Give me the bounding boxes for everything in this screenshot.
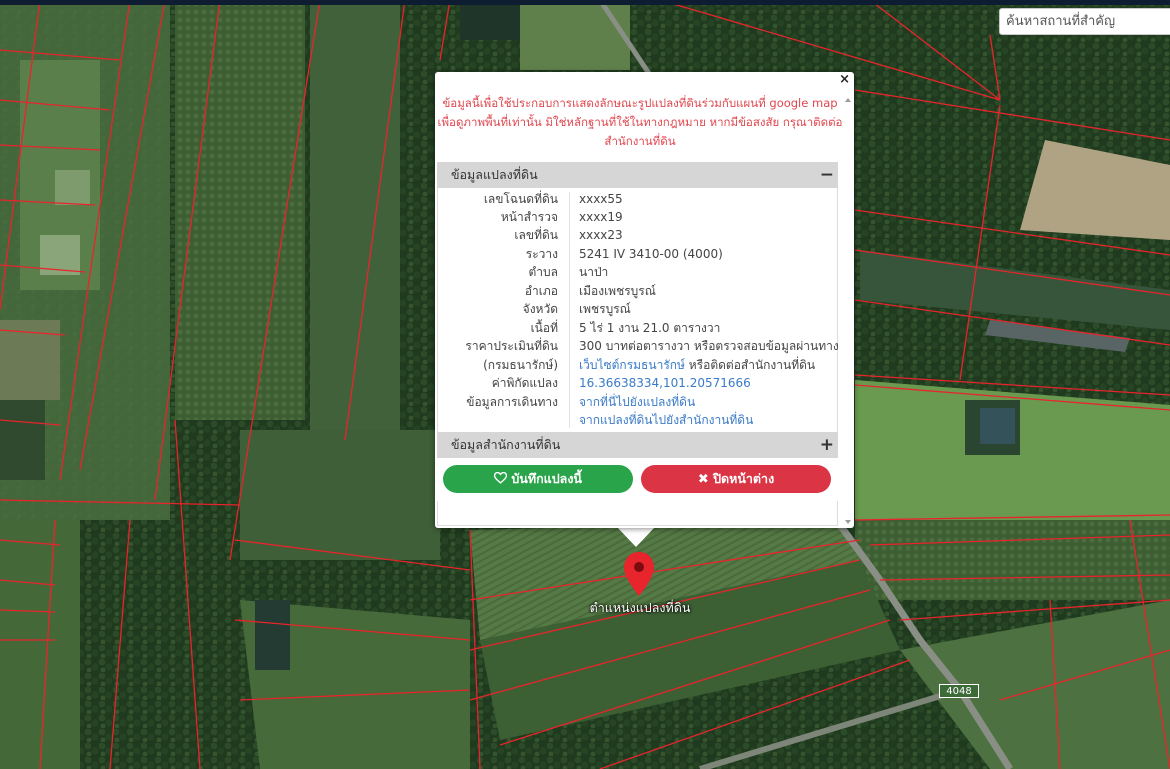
treasury-website-link[interactable]: เว็บไซต์กรมธนารักษ์ xyxy=(579,358,685,372)
search-input[interactable] xyxy=(999,8,1170,35)
office-section-header[interactable]: ข้อมูลสำนักงานที่ดิน + xyxy=(437,432,838,458)
scroll-down-icon[interactable] xyxy=(845,520,851,524)
info-row: เลขที่ดิน xxxx23 xyxy=(438,226,838,244)
row-value: 5241 IV 3410-00 (4000) xyxy=(579,247,723,261)
price-source-suffix: หรือติดต่อสำนักงานที่ดิน xyxy=(684,358,816,372)
info-row: ระวาง 5241 IV 3410-00 (4000) xyxy=(438,245,838,263)
directions-to-parcel-link[interactable]: จากที่นี่ไปยังแปลงที่ดิน xyxy=(579,393,695,411)
popup-footer xyxy=(437,501,838,526)
price-source-row: (กรมธนารักษ์) เว็บไซต์กรมธนารักษ์ หรือติ… xyxy=(438,356,838,374)
directions-to-office-link[interactable]: จากแปลงที่ดินไปยังสำนักงานที่ดิน xyxy=(579,411,753,429)
disclaimer-text: ข้อมูลนี้เพื่อใช้ประกอบการแสดงลักษณะรูปแ… xyxy=(437,96,843,148)
close-window-button[interactable]: ✖ ปิดหน้าต่าง xyxy=(641,465,831,493)
price-row: ราคาประเมินที่ดิน 300 บาทต่อตารางวา หรือ… xyxy=(438,337,838,355)
road-number-badge: 4048 xyxy=(939,684,979,698)
close-icon[interactable]: × xyxy=(839,73,850,87)
info-row: อำเภอ เมืองเพชรบูรณ์ xyxy=(438,282,838,300)
row-label: เลขที่ดิน xyxy=(514,228,558,242)
info-row: ตำบล นาป่า xyxy=(438,263,838,281)
row-label: ระวาง xyxy=(525,247,558,261)
info-row: เนื้อที่ 5 ไร่ 1 งาน 21.0 ตารางวา xyxy=(438,319,838,337)
row-value: นาป่า xyxy=(579,265,609,279)
info-row: จังหวัด เพชรบูรณ์ xyxy=(438,300,838,318)
marker-label: ตำแหน่งแปลงที่ดิน xyxy=(589,600,691,615)
expand-icon[interactable]: + xyxy=(820,432,834,458)
scroll-up-icon[interactable] xyxy=(845,98,851,102)
info-row: หน้าสำรวจ xxxx19 xyxy=(438,208,838,226)
row-value: xxxx23 xyxy=(579,228,623,242)
x-icon: ✖ xyxy=(697,472,709,487)
popup-scrollbar[interactable] xyxy=(842,96,854,526)
coordinate-link[interactable]: 16.36638334,101.20571666 xyxy=(579,374,751,392)
land-section-title: ข้อมูลแปลงที่ดิน xyxy=(451,167,538,182)
price-label: ราคาประเมินที่ดิน xyxy=(465,339,558,353)
land-info-table: เลขโฉนดที่ดิน xxxx55 หน้าสำรวจ xxxx19 เล… xyxy=(437,188,839,432)
office-section-title: ข้อมูลสำนักงานที่ดิน xyxy=(451,437,561,452)
info-row: เลขโฉนดที่ดิน xxxx55 xyxy=(438,190,838,208)
save-parcel-button[interactable]: บันทึกแปลงนี้ xyxy=(443,465,633,493)
popup-pointer xyxy=(617,527,655,547)
row-label: หน้าสำรวจ xyxy=(500,210,558,224)
row-value: xxxx19 xyxy=(579,210,623,224)
row-value: เมืองเพชรบูรณ์ xyxy=(579,284,656,298)
row-value: 5 ไร่ 1 งาน 21.0 ตารางวา xyxy=(579,321,721,335)
coordinate-label: ค่าพิกัดแปลง xyxy=(491,376,558,390)
row-label: เนื้อที่ xyxy=(530,321,558,335)
top-bar xyxy=(0,0,1170,5)
row-label: จังหวัด xyxy=(522,302,558,316)
land-info-popup: × ข้อมูลนี้เพื่อใช้ประกอบการแสดงลักษณะรู… xyxy=(435,72,854,528)
row-label: ตำบล xyxy=(528,265,558,279)
collapse-icon[interactable]: − xyxy=(820,162,834,188)
row-value: เพชรบูรณ์ xyxy=(579,302,631,316)
travel-label: ข้อมูลการเดินทาง xyxy=(466,395,558,409)
row-label: เลขโฉนดที่ดิน xyxy=(483,192,558,206)
row-value: xxxx55 xyxy=(579,192,623,206)
save-button-label: บันทึกแปลงนี้ xyxy=(511,471,582,486)
price-source-label: (กรมธนารักษ์) xyxy=(483,358,558,372)
heart-icon xyxy=(493,471,508,484)
price-value: 300 บาทต่อตารางวา หรือตรวจสอบข้อมูลผ่านท… xyxy=(579,339,839,353)
row-label: อำเภอ xyxy=(524,284,558,298)
price-source-value: เว็บไซต์กรมธนารักษ์ หรือติดต่อสำนักงานที… xyxy=(579,356,815,374)
coordinate-row: ค่าพิกัดแปลง 16.36638334,101.20571666 xyxy=(438,374,838,392)
close-button-label: ปิดหน้าต่าง xyxy=(713,471,775,486)
land-section-header[interactable]: ข้อมูลแปลงที่ดิน − xyxy=(437,162,838,188)
travel-row-2: จากแปลงที่ดินไปยังสำนักงานที่ดิน xyxy=(438,411,838,429)
travel-row: ข้อมูลการเดินทาง จากที่นี่ไปยังแปลงที่ดิ… xyxy=(438,393,838,411)
